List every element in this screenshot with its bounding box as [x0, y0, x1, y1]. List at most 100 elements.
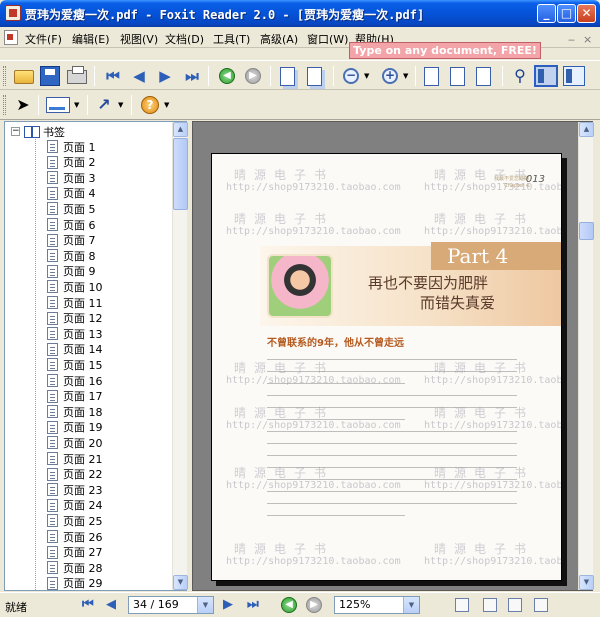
close-button[interactable]: ✕: [577, 4, 596, 23]
save-icon[interactable]: [40, 66, 60, 86]
last-page-icon[interactable]: ⏭: [182, 66, 202, 86]
menu-view[interactable]: 视图(V): [120, 31, 158, 47]
bookmark-item[interactable]: 页面 10: [47, 279, 103, 294]
bookmark-item[interactable]: 页面 1: [47, 139, 96, 154]
collapse-icon[interactable]: −: [11, 127, 20, 136]
menu-advanced[interactable]: 高级(A): [260, 31, 298, 47]
status-next-page-icon[interactable]: ▶: [223, 598, 233, 612]
bookmark-item[interactable]: 页面 15: [47, 357, 103, 372]
bookmark-item[interactable]: 页面 25: [47, 513, 103, 528]
bookmark-item[interactable]: 页面 11: [47, 295, 103, 310]
rotate-right-icon[interactable]: [307, 67, 322, 86]
annotation-dropdown-icon[interactable]: ▼: [74, 101, 79, 109]
maximize-button[interactable]: □: [557, 4, 576, 23]
bookmark-item[interactable]: 页面 26: [47, 529, 103, 544]
bookmark-item[interactable]: 页面 8: [47, 248, 96, 263]
zoom-in-icon[interactable]: +: [382, 68, 398, 84]
zoom-field[interactable]: 125% ▼: [334, 596, 420, 614]
help-icon[interactable]: ?: [141, 96, 159, 114]
menu-window[interactable]: 窗口(W): [307, 31, 348, 47]
foxit-app-icon[interactable]: [5, 5, 21, 21]
zoom-out-dropdown-icon[interactable]: ▼: [364, 72, 369, 80]
bookmark-item[interactable]: 页面 20: [47, 435, 103, 450]
status-previous-page-icon[interactable]: ◀: [106, 598, 116, 612]
bookmark-item[interactable]: 页面 18: [47, 404, 103, 419]
continuous-view-icon[interactable]: [483, 598, 497, 612]
status-first-page-icon[interactable]: ⏮: [82, 598, 94, 612]
running-header: 我最不爱恋错的 Chapter 4: [493, 176, 529, 189]
menu-file[interactable]: 文件(F): [25, 31, 62, 47]
bookmark-item[interactable]: 页面 17: [47, 389, 103, 404]
scrollbar-thumb[interactable]: [173, 138, 188, 210]
zoom-out-icon[interactable]: −: [343, 68, 359, 84]
print-icon[interactable]: [67, 66, 87, 84]
arrow-tool-icon[interactable]: ↗: [94, 95, 114, 115]
actual-size-icon[interactable]: [424, 67, 439, 86]
bookmark-item[interactable]: 页面 7: [47, 233, 96, 248]
status-last-page-icon[interactable]: ⏭: [247, 598, 259, 612]
bookmark-item[interactable]: 页面 24: [47, 498, 103, 513]
previous-page-icon[interactable]: ◀: [129, 66, 149, 86]
annotation-tool-icon[interactable]: [46, 97, 70, 113]
go-forward-icon[interactable]: ▶: [245, 68, 261, 84]
document-menu-icon[interactable]: [4, 30, 18, 45]
bookmark-item[interactable]: 页面 29: [47, 576, 103, 590]
zoom-dropdown-icon[interactable]: ▼: [403, 597, 419, 613]
bookmark-item[interactable]: 页面 23: [47, 482, 103, 497]
bookmark-item[interactable]: 页面 3: [47, 170, 96, 185]
zoom-in-dropdown-icon[interactable]: ▼: [403, 72, 408, 80]
select-tool-icon[interactable]: ➤: [13, 95, 33, 115]
promo-close-button[interactable]: ×: [583, 33, 592, 46]
document-scrollbar[interactable]: ▲ ▼: [578, 122, 594, 590]
continuous-facing-view-icon[interactable]: [534, 598, 548, 612]
menu-document[interactable]: 文档(D): [165, 31, 204, 47]
bookmark-item[interactable]: 页面 13: [47, 326, 103, 341]
status-back-icon[interactable]: ◀: [281, 597, 297, 613]
find-binoculars-icon[interactable]: ⚲: [510, 66, 530, 86]
single-page-view-icon[interactable]: [455, 598, 469, 612]
promo-minimize-button[interactable]: ‒: [568, 33, 575, 46]
arrow-dropdown-icon[interactable]: ▼: [118, 101, 123, 109]
bookmarks-root[interactable]: − 书签: [11, 124, 65, 139]
scroll-up-icon[interactable]: ▲: [579, 122, 594, 137]
bookmarks-scrollbar[interactable]: ▲ ▼: [172, 122, 188, 590]
bookmark-item[interactable]: 页面 22: [47, 467, 103, 482]
bookmark-item[interactable]: 页面 9: [47, 264, 96, 279]
bookmark-item[interactable]: 页面 12: [47, 311, 103, 326]
fit-page-icon[interactable]: [450, 67, 465, 86]
scroll-up-icon[interactable]: ▲: [173, 122, 188, 137]
bookmark-item[interactable]: 页面 2: [47, 155, 96, 170]
bookmark-item[interactable]: 页面 21: [47, 451, 103, 466]
facing-view-icon[interactable]: [508, 598, 522, 612]
go-back-icon[interactable]: ◀: [219, 68, 235, 84]
bookmark-item[interactable]: 页面 6: [47, 217, 96, 232]
bookmark-item[interactable]: 页面 19: [47, 420, 103, 435]
status-forward-icon[interactable]: ▶: [306, 597, 322, 613]
scroll-down-icon[interactable]: ▼: [173, 575, 188, 590]
pdf-page[interactable]: 晴源电子书 晴源电子书 http://shop9173210.taobao.co…: [211, 153, 562, 581]
minimize-button[interactable]: _: [537, 4, 556, 23]
bookmark-item[interactable]: 页面 28: [47, 560, 103, 575]
open-folder-icon[interactable]: [14, 70, 34, 84]
help-dropdown-icon[interactable]: ▼: [164, 101, 169, 109]
promo-banner[interactable]: Type on any document, FREE!: [349, 42, 541, 59]
bookmark-item[interactable]: 页面 16: [47, 373, 103, 388]
menu-edit[interactable]: 编辑(E): [72, 31, 110, 47]
toolbar-grip[interactable]: [3, 95, 6, 115]
next-page-icon[interactable]: ▶: [155, 66, 175, 86]
fullscreen-icon[interactable]: [563, 66, 585, 86]
bookmark-item[interactable]: 页面 27: [47, 545, 103, 560]
page-dropdown-icon[interactable]: ▼: [197, 597, 213, 613]
rotate-left-icon[interactable]: [280, 67, 295, 86]
bookmark-item[interactable]: 页面 5: [47, 201, 96, 216]
toolbar-grip[interactable]: [3, 66, 6, 86]
first-page-icon[interactable]: ⏮: [103, 66, 123, 86]
bookmark-item[interactable]: 页面 14: [47, 342, 103, 357]
bookmark-item[interactable]: 页面 4: [47, 186, 96, 201]
scroll-down-icon[interactable]: ▼: [579, 575, 594, 590]
scrollbar-thumb[interactable]: [579, 222, 594, 240]
fit-width-icon[interactable]: [476, 67, 491, 86]
menu-tools[interactable]: 工具(T): [213, 31, 250, 47]
page-number-field[interactable]: 34 / 169 ▼: [128, 596, 214, 614]
bookmarks-panel-icon[interactable]: [534, 65, 558, 87]
